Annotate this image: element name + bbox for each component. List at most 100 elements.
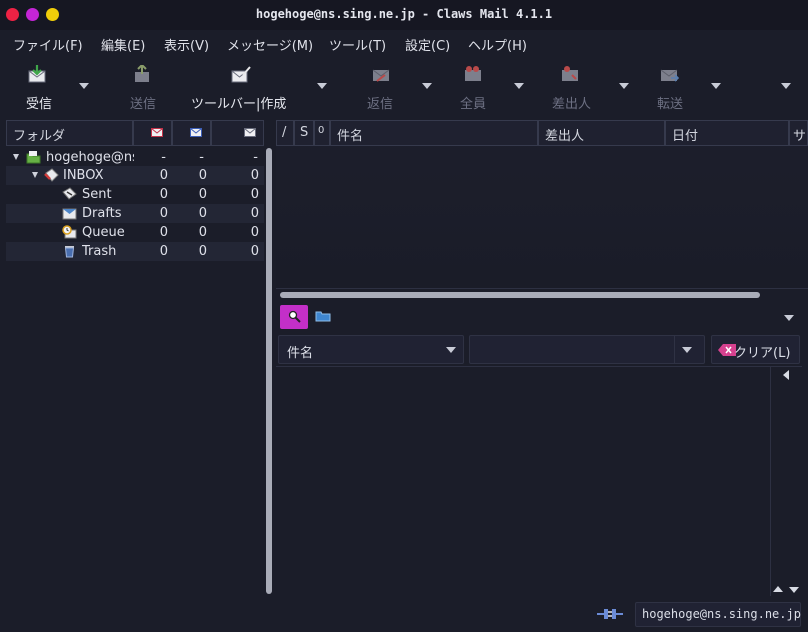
menu-file[interactable]: ファイル(F): [13, 35, 83, 54]
compose-dropdown-arrow[interactable]: [317, 83, 327, 89]
date-column-header[interactable]: 日付: [665, 120, 789, 146]
online-status-icon[interactable]: [597, 607, 623, 621]
clear-button[interactable]: クリア(L): [711, 335, 800, 364]
scroll-down-arrow-icon[interactable]: [789, 587, 799, 593]
folder-unread-count: 0: [198, 206, 207, 221]
folder-row-trash[interactable]: Trash 0 0 0: [6, 242, 264, 261]
new-mail-icon: [151, 128, 163, 137]
total-mail-icon: [244, 128, 256, 137]
folder-name: hogehoge@ns: [46, 150, 134, 165]
search-type-select[interactable]: 件名: [278, 335, 464, 364]
compose-icon: [231, 66, 251, 83]
menu-help[interactable]: ヘルプ(H): [468, 35, 527, 54]
menu-settings[interactable]: 設定(C): [405, 35, 450, 54]
folder-column-header[interactable]: フォルダ: [6, 120, 133, 146]
toolbar: 受信 送信 ツールバー|作成 返信 全員 差出人 転送: [0, 56, 808, 118]
attachment-column-header[interactable]: 0: [314, 120, 330, 146]
size-column-header[interactable]: サ: [789, 120, 808, 146]
folder-new-count: 0: [159, 187, 168, 202]
from-column-label: 差出人: [545, 129, 585, 144]
subject-column-header[interactable]: 件名: [330, 120, 538, 146]
menu-bar: ファイル(F) 編集(E) 表示(V) メッセージ(M) ツール(T) 設定(C…: [0, 31, 808, 55]
folder-name: INBOX: [63, 168, 104, 183]
reply-dropdown-arrow[interactable]: [422, 83, 432, 89]
folder-unread-count: 0: [198, 187, 207, 202]
from-column-header[interactable]: 差出人: [538, 120, 665, 146]
subject-column-label: 件名: [337, 129, 364, 144]
folder-new-count: 0: [159, 225, 168, 240]
search-input-divider: [674, 336, 675, 363]
folder-row-queue[interactable]: Queue 0 0 0: [6, 223, 264, 242]
receive-icon: [28, 65, 46, 83]
folder-unread-count: 0: [198, 168, 207, 183]
folder-name: Trash: [82, 244, 117, 259]
title-bar: hogehoge@ns.sing.ne.jp - Claws Mail 4.1.…: [0, 0, 808, 30]
drafts-icon: [62, 208, 77, 220]
menu-tools[interactable]: ツール(T): [329, 35, 386, 54]
folder-pane-scrollbar[interactable]: [266, 148, 272, 594]
pane-divider[interactable]: [276, 288, 808, 289]
total-column-header[interactable]: [211, 120, 264, 146]
send-label: 送信: [130, 97, 157, 112]
forward-dropdown-arrow[interactable]: [711, 83, 721, 89]
unread-mail-icon: [190, 128, 202, 137]
search-type-value: 件名: [287, 346, 314, 361]
status-column-label: S: [300, 125, 309, 140]
folder-search-icon[interactable]: [315, 310, 331, 322]
menu-edit[interactable]: 編集(E): [101, 35, 145, 54]
folder-total-count: 0: [250, 168, 259, 183]
new-column-header[interactable]: [133, 120, 172, 146]
folder-new-count: 0: [159, 168, 168, 183]
folder-total-count: 0: [250, 206, 259, 221]
reply-all-dropdown-arrow[interactable]: [514, 83, 524, 89]
folder-row-account[interactable]: hogehoge@ns - - -: [6, 148, 264, 167]
chevron-down-icon: [446, 347, 456, 353]
collapse-arrow-icon[interactable]: [783, 370, 789, 380]
reply-sender-label: 差出人: [552, 97, 592, 112]
folder-unread-count: -: [199, 150, 204, 165]
status-account: hogehoge@ns.sing.ne.jp: [635, 602, 801, 627]
folder-row-inbox[interactable]: INBOX 0 0 0: [6, 166, 264, 185]
date-column-label: 日付: [672, 129, 699, 144]
quick-search-toggle-button[interactable]: [280, 305, 308, 329]
folder-column-label: フォルダ: [13, 129, 66, 144]
folder-unread-count: 0: [198, 225, 207, 240]
folder-name: Drafts: [82, 206, 122, 221]
chevron-down-icon[interactable]: [682, 347, 692, 353]
expand-arrow-icon[interactable]: [13, 154, 19, 160]
trash-icon: [64, 246, 75, 258]
reply-sender-icon: [562, 66, 578, 81]
receive-label: 受信: [26, 97, 53, 112]
message-view-scrollbar[interactable]: [770, 366, 802, 596]
unread-column-header[interactable]: [172, 120, 211, 146]
send-icon: [135, 65, 149, 82]
size-column-label: サ: [793, 129, 807, 144]
folder-new-count: 0: [159, 244, 168, 259]
menu-view[interactable]: 表示(V): [164, 35, 209, 54]
reply-all-label: 全員: [460, 97, 487, 112]
queue-icon: [62, 225, 77, 239]
forward-label: 転送: [657, 97, 684, 112]
receive-dropdown-arrow[interactable]: [79, 83, 89, 89]
folder-row-drafts[interactable]: Drafts 0 0 0: [6, 204, 264, 223]
folder-new-count: 0: [159, 206, 168, 221]
folder-total-count: 0: [250, 244, 259, 259]
sent-icon: [62, 187, 77, 200]
search-input[interactable]: [469, 335, 705, 364]
reply-icon: [372, 69, 390, 82]
folder-row-sent[interactable]: Sent 0 0 0: [6, 185, 264, 204]
toolbar-overflow-arrow[interactable]: [781, 83, 791, 89]
expand-arrow-icon[interactable]: [32, 172, 38, 178]
reply-sender-dropdown-arrow[interactable]: [619, 83, 629, 89]
scroll-up-arrow-icon[interactable]: [773, 586, 783, 592]
status-column-header[interactable]: S: [294, 120, 314, 146]
folder-pane: フォルダ hogehoge@ns - - - INBOX 0 0 0 Sent …: [6, 120, 264, 596]
mark-column-header[interactable]: /: [276, 120, 294, 146]
inbox-icon: [44, 168, 59, 182]
reply-all-icon: [465, 66, 481, 81]
message-list-scrollbar[interactable]: [280, 292, 760, 298]
search-icon: [288, 310, 301, 323]
menu-message[interactable]: メッセージ(M): [227, 35, 313, 54]
folder-new-count: -: [161, 150, 166, 165]
quick-search-options-arrow[interactable]: [784, 315, 794, 321]
